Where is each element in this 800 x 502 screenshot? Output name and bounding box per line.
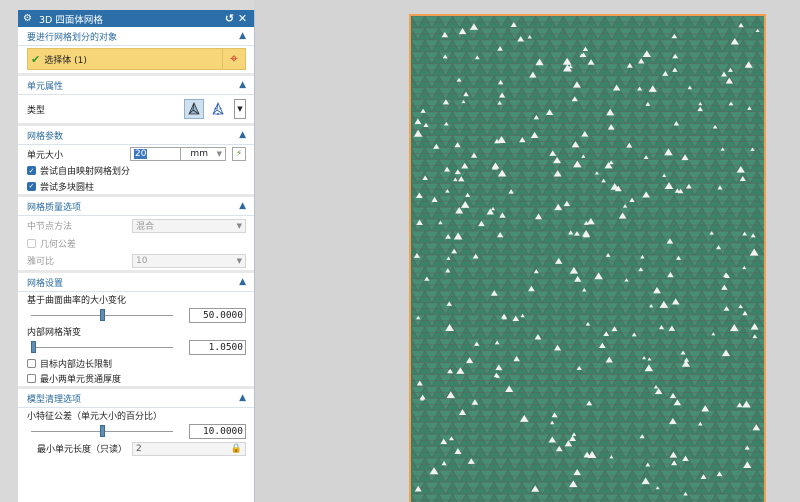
midnode-value: 混合 (136, 222, 155, 232)
collapse-caret-icon[interactable]: ▲ (239, 393, 246, 403)
small-feature-label: 小特征公差（单元大小的百分比） (27, 411, 163, 422)
section-element-properties: 单元属性 ▲ 类型 ▼ (18, 76, 254, 126)
section-header-cleanup[interactable]: 模型清理选项 ▲ (18, 389, 254, 408)
curvature-label: 基于曲面曲率的大小变化 (27, 295, 127, 306)
section-header-mesh-params[interactable]: 网格参数 ▲ (18, 126, 254, 145)
transition-label-row: 内部网格渐变 (18, 324, 254, 338)
transition-input[interactable]: 1.0500 (189, 339, 246, 355)
gear-icon[interactable]: ⚙ (23, 13, 35, 24)
cb-prism-label: 尝试多块圆柱 (40, 182, 95, 193)
midnode-row: 中节点方法 混合 ▼ (18, 216, 254, 235)
section-header-settings[interactable]: 网格设置 ▲ (18, 273, 254, 292)
cb-mapped-checkbox[interactable]: ✓ (27, 166, 36, 175)
min-elem-value: 2 (136, 443, 142, 454)
type-label: 类型 (27, 105, 46, 116)
collapse-caret-icon[interactable]: ▲ (239, 130, 246, 140)
tet10-element-icon[interactable] (208, 99, 228, 119)
section-header-objects[interactable]: 要进行网格划分的对象 ▲ (18, 27, 254, 46)
element-size-label: 单元大小 (27, 150, 64, 161)
check-icon: ✔ (31, 52, 41, 66)
small-feature-row: 10.0000 (18, 422, 254, 440)
min-elem-field: 2 🔒 (132, 441, 246, 456)
collapse-caret-icon[interactable]: ▲ (239, 31, 246, 41)
cb-edge-row[interactable]: 目标内部边长限制 (18, 356, 254, 370)
element-size-row: 单元大小 20 mm ▼ ⚡ (18, 145, 254, 163)
unit-select[interactable]: mm ▼ (180, 147, 226, 161)
slider-thumb[interactable] (99, 309, 105, 321)
section-mesh-params: 网格参数 ▲ 单元大小 20 mm ▼ ⚡ ✓ 尝试自由映射网格划分 ✓ 尝试多… (18, 126, 254, 197)
min-elem-label: 最小单元长度（只读） (37, 445, 128, 455)
curvature-input[interactable]: 50.0000 (189, 307, 246, 323)
section-title: 模型清理选项 (27, 394, 82, 405)
tetra-mesh-dialog: ⚙ 3D 四面体网格 ↺ ✕ 要进行网格划分的对象 ▲ ✔ 选择体 (1) ⌖ … (18, 10, 255, 502)
tetra-mesh-render (411, 16, 764, 502)
section-title: 网格质量选项 (27, 202, 82, 213)
tet4-element-icon[interactable] (184, 99, 204, 119)
collapse-caret-icon[interactable]: ▲ (239, 201, 246, 211)
midnode-label: 中节点方法 (27, 222, 73, 232)
section-header-element[interactable]: 单元属性 ▲ (18, 76, 254, 95)
section-title: 网格设置 (27, 278, 64, 289)
cb-mapped-row[interactable]: ✓ 尝试自由映射网格划分 (18, 163, 254, 178)
cb-thickness-label: 最小两单元贯通厚度 (40, 374, 122, 385)
section-mesh-settings: 网格设置 ▲ 基于曲面曲率的大小变化 50.0000 内部网格渐变 1.0500… (18, 273, 254, 389)
auto-size-icon[interactable]: ⚡ (232, 147, 246, 161)
transition-label: 内部网格渐变 (27, 327, 82, 338)
section-title: 网格参数 (27, 131, 64, 142)
chevron-down-icon: ▼ (236, 256, 242, 265)
curvature-row: 50.0000 (18, 306, 254, 324)
slider-track (31, 347, 173, 348)
cb-mapped-label: 尝试自由映射网格划分 (40, 167, 131, 177)
jacobian-label: 雅可比 (27, 257, 55, 267)
slider-thumb[interactable] (31, 341, 36, 353)
geom-tol-label: 几何公差 (40, 239, 77, 250)
cb-edge-label: 目标内部边长限制 (40, 359, 113, 370)
graphics-viewport[interactable] (254, 0, 800, 502)
transition-slider[interactable] (27, 339, 173, 355)
cb-edge-checkbox[interactable] (27, 358, 36, 368)
small-feature-label-row: 小特征公差（单元大小的百分比） (18, 408, 254, 422)
collapse-caret-icon[interactable]: ▲ (239, 80, 246, 90)
geom-tol-row[interactable]: 几何公差 (18, 235, 254, 251)
element-type-dropdown[interactable]: ▼ (234, 99, 246, 119)
geom-tol-checkbox[interactable] (27, 238, 36, 248)
chevron-down-icon: ▼ (236, 221, 242, 230)
section-title: 要进行网格划分的对象 (27, 32, 118, 43)
unit-value: mm (190, 149, 208, 159)
curvature-slider[interactable] (27, 307, 173, 323)
mesh-body[interactable] (409, 14, 766, 502)
section-title: 单元属性 (27, 81, 64, 92)
close-icon[interactable]: ✕ (236, 12, 249, 25)
element-type-row: 类型 ▼ (18, 95, 254, 123)
cb-thickness-checkbox[interactable] (27, 373, 36, 383)
jacobian-select[interactable]: 10 ▼ (132, 253, 246, 268)
section-header-quality[interactable]: 网格质量选项 ▲ (18, 197, 254, 216)
reset-icon[interactable]: ↺ (223, 12, 236, 25)
slider-thumb[interactable] (99, 425, 105, 437)
dialog-titlebar: ⚙ 3D 四面体网格 ↺ ✕ (18, 10, 254, 27)
midnode-select[interactable]: 混合 ▼ (132, 218, 246, 233)
section-objects: 要进行网格划分的对象 ▲ ✔ 选择体 (1) ⌖ (18, 27, 254, 76)
section-cleanup: 模型清理选项 ▲ 小特征公差（单元大小的百分比） 10.0000 最小单元长度（… (18, 389, 254, 457)
small-feature-slider[interactable] (27, 423, 173, 439)
jacobian-row: 雅可比 10 ▼ (18, 251, 254, 270)
cb-prism-checkbox[interactable]: ✓ (27, 181, 36, 191)
dialog-title: 3D 四面体网格 (39, 14, 103, 26)
collapse-caret-icon[interactable]: ▲ (239, 277, 246, 287)
chevron-down-icon: ▼ (214, 150, 222, 158)
crosshair-select-icon[interactable]: ⌖ (222, 49, 245, 69)
section-quality: 网格质量选项 ▲ 中节点方法 混合 ▼ 几何公差 雅可比 10 ▼ (18, 197, 254, 273)
min-elem-row: 最小单元长度（只读） 2 🔒 (18, 440, 254, 457)
jacobian-value: 10 (136, 255, 148, 266)
element-size-input[interactable]: 20 (130, 147, 180, 161)
small-feature-input[interactable]: 10.0000 (189, 423, 246, 439)
select-body-row[interactable]: ✔ 选择体 (1) ⌖ (27, 48, 246, 70)
transition-row: 1.0500 (18, 338, 254, 356)
cb-thickness-row[interactable]: 最小两单元贯通厚度 (18, 370, 254, 386)
cb-prism-row[interactable]: ✓ 尝试多块圆柱 (18, 178, 254, 194)
curvature-label-row: 基于曲面曲率的大小变化 (18, 292, 254, 306)
lock-icon: 🔒 (230, 443, 242, 454)
element-size-value: 20 (134, 149, 148, 159)
select-body-label: 选择体 (1) (44, 55, 87, 66)
